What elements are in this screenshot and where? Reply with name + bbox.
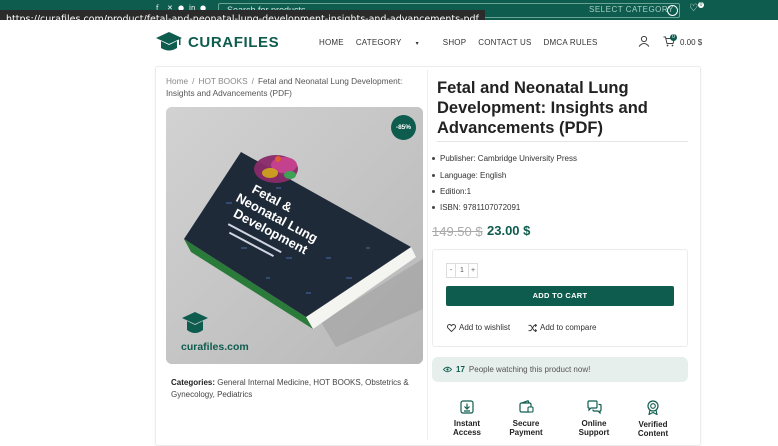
bullet [432,174,435,178]
meta-edition-text: Edition:1 [440,187,472,196]
curafiles-watermark-icon [182,312,208,333]
cart-total[interactable]: 0.00 $ [680,38,702,47]
chevron-down-icon: ▾ [415,41,419,47]
feature-line-2: Support [578,428,610,437]
add-to-wishlist-link[interactable]: Add to wishlist [447,323,510,332]
meta-language-text: Language: English [440,171,507,180]
feature-line-2: Payment [509,428,543,437]
title-divider [437,141,688,142]
user-account-icon[interactable] [638,35,650,47]
meta-publisher-text: Publisher: Cambridge University Press [440,154,577,163]
image-watermark-text: curafiles.com [181,341,249,353]
chat-support-icon [586,400,602,414]
shuffle-compare-icon [528,323,537,332]
feature-online-support: Online Support [574,400,614,437]
breadcrumb: Home / HOT BOOKS / Fetal and Neonatal Lung D… [166,75,422,99]
price-sale: 23.00 $ [487,223,531,238]
nav-dmca-rules[interactable]: DMCA RULES [544,38,598,47]
heart-icon [447,323,456,332]
feature-label: Secure Payment [506,419,546,437]
product-title: Fetal and Neonatal Lung Development: Ins… [437,79,648,137]
breadcrumb-separator: / [192,76,195,86]
qty-minus-button[interactable]: - [446,263,456,278]
qty-plus-button[interactable]: + [468,263,478,278]
product-categories: Categories: General Internal Medicine, H… [171,377,421,401]
cart-count-badge: 0 [670,34,677,41]
nav-shop[interactable]: SHOP [443,38,466,47]
bullet [432,206,435,210]
add-to-cart-button[interactable]: ADD TO CART [446,286,674,306]
wishlist-icon[interactable]: ♡ [689,4,698,14]
breadcrumb-category[interactable]: HOT BOOKS [198,76,247,86]
meta-language: Language: English [432,171,506,180]
quantity-stepper: - 1 + [446,263,478,278]
meta-isbn: ISBN: 9781107072091 [432,203,520,212]
feature-label: Verified Content [633,420,673,438]
nav-category[interactable]: CATEGORY ▾ [356,38,431,47]
feature-label: Online Support [574,419,614,437]
verified-badge-icon [647,400,659,415]
feature-line-1: Instant [453,419,481,428]
feature-verified-content: Verified Content [633,400,673,438]
logo-text: CURAFILES [188,33,280,51]
discount-badge: -85% [391,115,416,140]
site-logo[interactable]: CURAFILES [155,31,279,53]
nav-category-label: CATEGORY [355,38,402,47]
qty-input[interactable]: 1 [456,263,468,278]
breadcrumb-separator: / [251,76,254,86]
wishlist-count-badge: 0 [698,2,704,8]
feature-instant-access: Instant Access [447,400,487,437]
bullet [432,157,435,161]
eye-icon [443,366,452,373]
watching-notice: 17 People watching this product now! [432,357,688,382]
categories-label: Categories: [171,378,216,387]
feature-line-2: Content [637,429,669,438]
download-icon [460,400,474,414]
price-original: 149.50 $ [432,224,483,239]
main-nav: HOME CATEGORY ▾ SHOP CONTACT US DMCA RULE… [319,38,610,47]
breadcrumb-home[interactable]: Home [166,76,188,86]
site-header: CURAFILES HOME CATEGORY ▾ SHOP CONTACT US… [0,20,778,66]
feature-line-1: Verified [638,420,668,429]
nav-home[interactable]: HOME [319,38,344,47]
search-icon[interactable] [667,5,678,16]
feature-line-1: Online [581,419,607,428]
column-divider [427,70,428,440]
meta-isbn-text: ISBN: 9781107072091 [440,203,521,212]
add-to-compare-link[interactable]: Add to compare [528,323,596,332]
feature-line-1: Secure [512,419,540,428]
graduation-cap-logo-icon [156,32,182,51]
feature-secure-payment: Secure Payment [506,400,546,437]
bullet [432,190,435,194]
search-category-select[interactable]: SELECT CATEGORY [589,5,674,14]
add-to-wishlist-label: Add to wishlist [459,323,511,332]
nav-contact-us[interactable]: CONTACT US [478,38,531,47]
watching-text: People watching this product now! [468,365,591,374]
feature-label: Instant Access [447,419,487,437]
meta-edition: Edition:1 [432,187,471,196]
feature-line-2: Access [452,428,482,437]
add-to-compare-label: Add to compare [540,323,597,332]
secure-wallet-icon [518,400,534,413]
watching-count: 17 [456,365,465,374]
meta-publisher: Publisher: Cambridge University Press [432,154,577,163]
